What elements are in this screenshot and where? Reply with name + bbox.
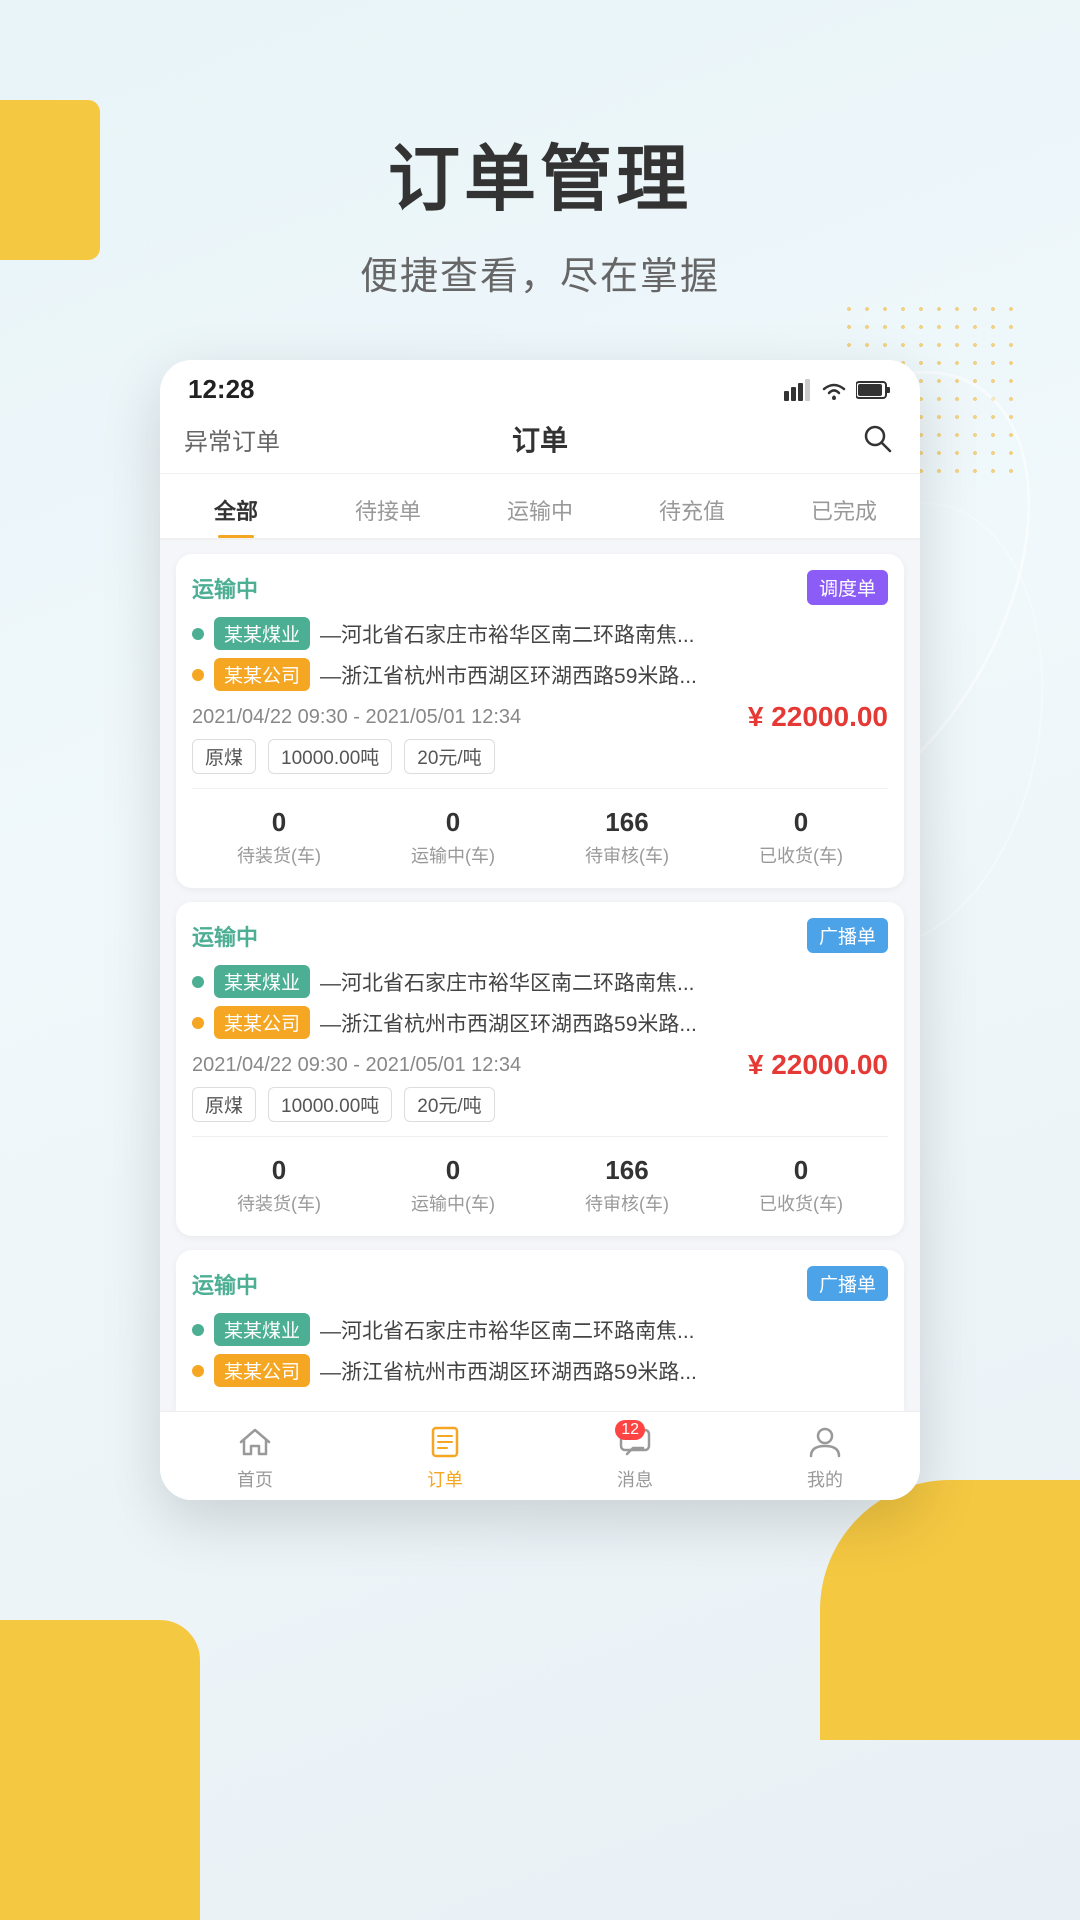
tags-row-2: 原煤 10000.00吨 20元/吨 xyxy=(192,1087,888,1122)
page-title: 订单管理 xyxy=(0,120,1080,225)
nav-message[interactable]: 12 消息 xyxy=(540,1422,730,1492)
tag-coal-2: 原煤 xyxy=(192,1087,256,1122)
stat-received-2: 0 已收货(车) xyxy=(759,1155,843,1216)
from-route-1: —河北省石家庄市裕华区南二环路南焦... xyxy=(320,619,888,649)
stat-review-1: 166 待审核(车) xyxy=(585,807,669,868)
bottom-nav: 首页 订单 12 消息 xyxy=(160,1411,920,1500)
search-icon[interactable] xyxy=(860,421,896,457)
nav-order-label: 订单 xyxy=(350,1466,540,1492)
divider-2 xyxy=(192,1136,888,1137)
phone-mockup: 12:28 异常订单 xyxy=(160,360,920,1500)
to-company-3: 某某公司 xyxy=(214,1354,310,1387)
tab-transit[interactable]: 运输中 xyxy=(464,484,616,538)
from-row-2: 某某煤业 —河北省石家庄市裕华区南二环路南焦... xyxy=(192,965,888,998)
card-header-1: 运输中 调度单 xyxy=(192,570,888,605)
content-area: 运输中 调度单 某某煤业 —河北省石家庄市裕华区南二环路南焦... 某某公司 —… xyxy=(160,540,920,1411)
to-company-1: 某某公司 xyxy=(214,658,310,691)
nav-bar: 异常订单 订单 xyxy=(160,413,920,474)
from-row-1: 某某煤业 —河北省石家庄市裕华区南二环路南焦... xyxy=(192,617,888,650)
order-icon xyxy=(425,1422,465,1462)
to-dot-1 xyxy=(192,669,204,681)
order-card[interactable]: 运输中 调度单 某某煤业 —河北省石家庄市裕华区南二环路南焦... 某某公司 —… xyxy=(176,554,904,888)
order-card-3[interactable]: 运输中 广播单 某某煤业 —河北省石家庄市裕华区南二环路南焦... 某某公司 —… xyxy=(176,1250,904,1411)
stat-loading-2: 0 待装货(车) xyxy=(237,1155,321,1216)
from-dot-1 xyxy=(192,628,204,640)
page-header: 订单管理 便捷查看，尽在掌握 xyxy=(0,120,1080,300)
order-status-1: 运输中 xyxy=(192,572,258,604)
bg-decoration-bl xyxy=(0,1620,200,1920)
to-route-3: —浙江省杭州市西湖区环湖西路59米路... xyxy=(320,1356,888,1386)
wifi-icon xyxy=(820,379,848,401)
nav-message-label: 消息 xyxy=(540,1466,730,1492)
battery-icon xyxy=(856,380,892,400)
profile-icon xyxy=(805,1422,845,1462)
stat-transit-2: 0 运输中(车) xyxy=(411,1155,495,1216)
date-row-1: 2021/04/22 09:30 - 2021/05/01 12:34 ¥ 22… xyxy=(192,701,888,733)
status-time: 12:28 xyxy=(188,374,255,405)
stat-review-2: 166 待审核(车) xyxy=(585,1155,669,1216)
nav-home[interactable]: 首页 xyxy=(160,1422,350,1492)
from-company-3: 某某煤业 xyxy=(214,1313,310,1346)
from-company-2: 某某煤业 xyxy=(214,965,310,998)
tag-weight-1: 10000.00吨 xyxy=(268,739,392,774)
to-row-1: 某某公司 —浙江省杭州市西湖区环湖西路59米路... xyxy=(192,658,888,691)
divider-1 xyxy=(192,788,888,789)
status-bar: 12:28 xyxy=(160,360,920,413)
from-company-1: 某某煤业 xyxy=(214,617,310,650)
card-header-3: 运输中 广播单 xyxy=(192,1266,888,1301)
stats-row-1: 0 待装货(车) 0 运输中(车) 166 待审核(车) 0 已收货(车) xyxy=(192,797,888,872)
order-status-3: 运输中 xyxy=(192,1268,258,1300)
stat-loading-1: 0 待装货(车) xyxy=(237,807,321,868)
from-row-3: 某某煤业 —河北省石家庄市裕华区南二环路南焦... xyxy=(192,1313,888,1346)
date-range-2: 2021/04/22 09:30 - 2021/05/01 12:34 xyxy=(192,1054,521,1077)
page-subtitle: 便捷查看，尽在掌握 xyxy=(0,245,1080,300)
from-dot-3 xyxy=(192,1324,204,1336)
to-route-2: —浙江省杭州市西湖区环湖西路59米路... xyxy=(320,1008,888,1038)
order-badge-1: 调度单 xyxy=(807,570,888,605)
date-range-1: 2021/04/22 09:30 - 2021/05/01 12:34 xyxy=(192,706,521,729)
date-row-2: 2021/04/22 09:30 - 2021/05/01 12:34 ¥ 22… xyxy=(192,1049,888,1081)
message-badge: 12 xyxy=(615,1420,645,1440)
to-dot-2 xyxy=(192,1017,204,1029)
to-row-3: 某某公司 —浙江省杭州市西湖区环湖西路59米路... xyxy=(192,1354,888,1387)
status-icons xyxy=(784,379,892,401)
signal-icon xyxy=(784,379,812,401)
to-company-2: 某某公司 xyxy=(214,1006,310,1039)
nav-home-label: 首页 xyxy=(160,1466,350,1492)
tab-all[interactable]: 全部 xyxy=(160,484,312,538)
nav-right xyxy=(659,421,896,457)
stats-row-2: 0 待装货(车) 0 运输中(车) 166 待审核(车) 0 已收货(车) xyxy=(192,1145,888,1220)
order-card-2[interactable]: 运输中 广播单 某某煤业 —河北省石家庄市裕华区南二环路南焦... 某某公司 —… xyxy=(176,902,904,1236)
bg-decoration-br xyxy=(820,1480,1080,1740)
tab-done[interactable]: 已完成 xyxy=(768,484,920,538)
tag-price-1: 20元/吨 xyxy=(404,739,494,774)
from-route-3: —河北省石家庄市裕华区南二环路南焦... xyxy=(320,1315,888,1345)
nav-center-label: 订单 xyxy=(421,419,658,459)
from-route-2: —河北省石家庄市裕华区南二环路南焦... xyxy=(320,967,888,997)
home-icon xyxy=(235,1422,275,1462)
nav-left-label[interactable]: 异常订单 xyxy=(184,422,421,457)
tabs-bar: 全部 待接单 运输中 待充值 已完成 xyxy=(160,474,920,540)
stat-received-1: 0 已收货(车) xyxy=(759,807,843,868)
tag-weight-2: 10000.00吨 xyxy=(268,1087,392,1122)
tag-coal-1: 原煤 xyxy=(192,739,256,774)
card-header-2: 运输中 广播单 xyxy=(192,918,888,953)
order-status-2: 运输中 xyxy=(192,920,258,952)
price-1: ¥ 22000.00 xyxy=(748,701,888,733)
tab-pending[interactable]: 待接单 xyxy=(312,484,464,538)
to-route-1: —浙江省杭州市西湖区环湖西路59米路... xyxy=(320,660,888,690)
from-dot-2 xyxy=(192,976,204,988)
tab-recharge[interactable]: 待充值 xyxy=(616,484,768,538)
order-badge-3: 广播单 xyxy=(807,1266,888,1301)
tags-row-1: 原煤 10000.00吨 20元/吨 xyxy=(192,739,888,774)
order-badge-2: 广播单 xyxy=(807,918,888,953)
to-dot-3 xyxy=(192,1365,204,1377)
nav-profile[interactable]: 我的 xyxy=(730,1422,920,1492)
price-2: ¥ 22000.00 xyxy=(748,1049,888,1081)
nav-profile-label: 我的 xyxy=(730,1466,920,1492)
nav-order[interactable]: 订单 xyxy=(350,1422,540,1492)
stat-transit-1: 0 运输中(车) xyxy=(411,807,495,868)
tag-price-2: 20元/吨 xyxy=(404,1087,494,1122)
to-row-2: 某某公司 —浙江省杭州市西湖区环湖西路59米路... xyxy=(192,1006,888,1039)
